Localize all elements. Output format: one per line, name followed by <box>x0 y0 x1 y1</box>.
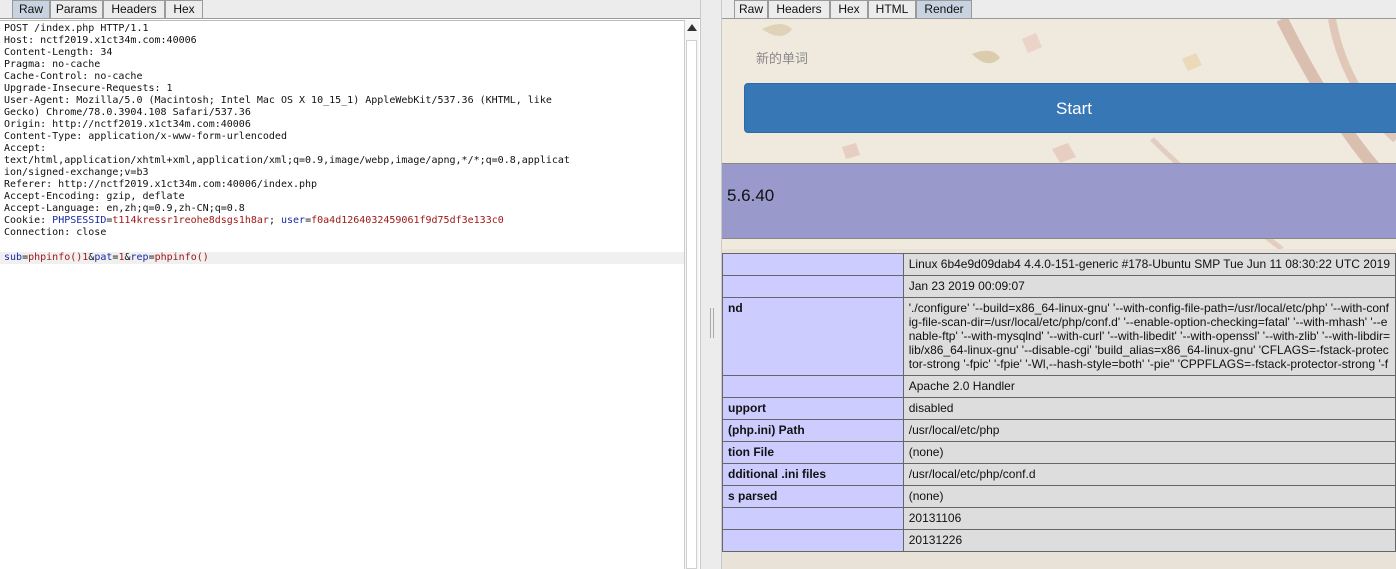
table-row: 20131106 <box>722 507 1396 530</box>
rendered-page: 新的单词 Start 5.6.40 Linux 6b4e9d09dab4 4.4… <box>722 19 1396 569</box>
request-line: Pragma: no-cache <box>4 59 101 70</box>
php-version: 5.6.40 <box>727 186 775 205</box>
scroll-up-icon[interactable] <box>687 24 697 31</box>
cookie-key: user <box>280 215 306 226</box>
request-line: Origin: http://nctf2019.x1ct34m.com:4000… <box>4 119 251 130</box>
request-line: Content-Type: application/x-www-form-url… <box>4 131 287 142</box>
table-row: s parsed (none) <box>722 485 1396 508</box>
row-label: upport <box>722 397 904 420</box>
table-row: dditional .ini files/usr/local/etc/php/c… <box>722 463 1396 486</box>
request-editor[interactable]: POST /index.php HTTP/1.1 Host: nctf2019.… <box>0 20 684 569</box>
request-line: Host: nctf2019.x1ct34m.com:40006 <box>4 35 197 46</box>
tab-headers[interactable]: Headers <box>768 0 830 18</box>
tab-raw[interactable]: Raw <box>734 0 768 18</box>
row-label <box>722 507 904 530</box>
tab-headers[interactable]: Headers <box>103 0 165 18</box>
table-row: Linux 6b4e9d09dab4 4.4.0-151-generic #17… <box>722 253 1396 276</box>
cookie-prefix: Cookie: <box>4 215 53 226</box>
row-value: 20131226 <box>902 529 1396 552</box>
request-line: Upgrade-Insecure-Requests: 1 <box>4 83 173 94</box>
param-key: pat <box>94 252 113 263</box>
table-row: Jan 23 2019 00:09:07 <box>722 275 1396 298</box>
request-line: Accept: <box>4 143 47 154</box>
row-label <box>722 529 904 552</box>
request-line: text/html,application/xhtml+xml,applicat… <box>4 155 570 166</box>
table-row: upport disabled <box>722 397 1396 420</box>
param-key: sub <box>4 252 23 263</box>
cookie-line: Cookie: PHPSESSID=t114kressr1reohe8dsgs1… <box>4 215 504 226</box>
row-label: (php.ini) Path <box>722 419 904 442</box>
row-value: Linux 6b4e9d09dab4 4.4.0-151-generic #17… <box>902 253 1396 276</box>
param-value: phpinfo()1 <box>28 252 89 263</box>
request-body-line: sub=phpinfo()1&pat=1&rep=phpinfo() <box>4 252 209 263</box>
request-scrollbar[interactable] <box>684 20 699 569</box>
cookie-value: f0a4d1264032459061f9d75df3e133c0 <box>311 215 504 226</box>
row-value: Apache 2.0 Handler <box>902 375 1396 398</box>
tab-hex[interactable]: Hex <box>165 0 203 18</box>
row-label: s parsed <box>722 485 904 508</box>
tab-params[interactable]: Params <box>50 0 103 18</box>
tab-hex[interactable]: Hex <box>830 0 868 18</box>
response-panel: Raw Headers Hex HTML Render 新的单词 Start 5… <box>722 0 1396 569</box>
row-label: tion File <box>722 441 904 464</box>
request-line: ion/signed-exchange;v=b3 <box>4 167 149 178</box>
table-row: 20131226 <box>722 529 1396 552</box>
cookie-separator: ; <box>268 215 281 226</box>
row-label: dditional .ini files <box>722 463 904 486</box>
request-line: Content-Length: 34 <box>4 47 113 58</box>
pane-splitter[interactable] <box>700 0 722 569</box>
request-line: Gecko) Chrome/78.0.3904.108 Safari/537.3… <box>4 107 251 118</box>
cookie-value: t114kressr1reohe8dsgs1h8ar <box>112 215 269 226</box>
request-line: User-Agent: Mozilla/5.0 (Macintosh; Inte… <box>4 95 552 106</box>
request-line: Referer: http://nctf2019.x1ct34m.com:400… <box>4 179 318 190</box>
row-value: disabled <box>902 397 1396 420</box>
row-label <box>722 375 904 398</box>
request-line: Cache-Control: no-cache <box>4 71 143 82</box>
tab-render[interactable]: Render <box>916 0 972 18</box>
row-label <box>722 253 904 276</box>
tab-html[interactable]: HTML <box>868 0 916 18</box>
php-version-header: 5.6.40 <box>722 163 1396 239</box>
row-value: Jan 23 2019 00:09:07 <box>902 275 1396 298</box>
row-value: /usr/local/etc/php/conf.d <box>902 463 1396 486</box>
table-row: nd './configure' '--build=x86_64-linux-gn… <box>722 297 1396 376</box>
start-button[interactable]: Start <box>744 83 1396 133</box>
cookie-key: PHPSESSID <box>52 215 107 226</box>
tab-raw[interactable]: Raw <box>12 0 50 18</box>
param-key: rep <box>130 252 149 263</box>
request-line: POST /index.php HTTP/1.1 <box>4 23 149 34</box>
row-value: (none) <box>902 485 1396 508</box>
word-input[interactable]: 新的单词 <box>756 48 808 67</box>
response-tabbar: Raw Headers Hex HTML Render <box>722 0 1396 19</box>
request-line: Accept-Encoding: gzip, deflate <box>4 191 185 202</box>
row-label: nd <box>722 297 904 376</box>
table-row: Apache 2.0 Handler <box>722 375 1396 398</box>
row-value: './configure' '--build=x86_64-linux-gnu'… <box>902 297 1396 376</box>
row-value: (none) <box>902 441 1396 464</box>
row-value: 20131106 <box>902 507 1396 530</box>
table-row: (php.ini) Path/usr/local/etc/php <box>722 419 1396 442</box>
phpinfo-table: Linux 6b4e9d09dab4 4.4.0-151-generic #17… <box>722 253 1396 552</box>
request-panel: Raw Params Headers Hex POST /index.php H… <box>0 0 700 569</box>
param-value: phpinfo() <box>154 252 209 263</box>
splitter-grip-icon[interactable] <box>710 308 714 338</box>
request-line: Connection: close <box>4 227 107 238</box>
row-label <box>722 275 904 298</box>
row-value: /usr/local/etc/php <box>902 419 1396 442</box>
scrollbar-thumb[interactable] <box>686 40 697 569</box>
table-row: tion File (none) <box>722 441 1396 464</box>
param-value: 1 <box>118 252 125 263</box>
request-line: Accept-Language: en,zh;q=0.9,zh-CN;q=0.8 <box>4 203 245 214</box>
request-tabbar: Raw Params Headers Hex <box>0 0 700 19</box>
